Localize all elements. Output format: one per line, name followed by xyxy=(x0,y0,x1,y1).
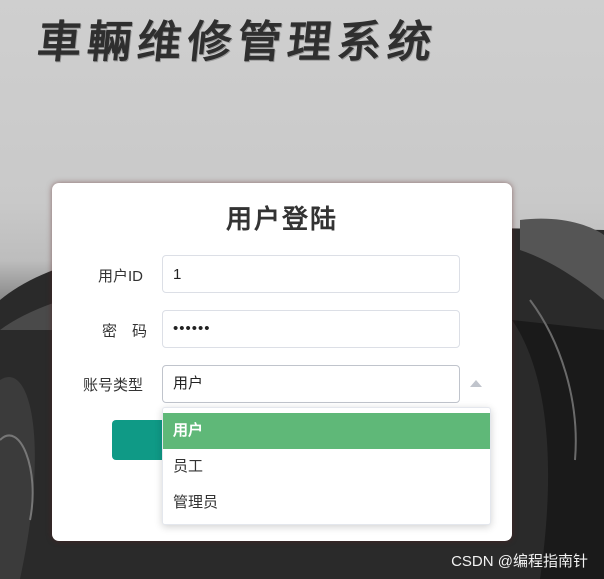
password-label: 密 码 xyxy=(102,323,148,340)
watermark: CSDN @编程指南针 xyxy=(451,553,588,570)
user-id-input[interactable] xyxy=(162,255,460,293)
login-title: 用户登陆 xyxy=(225,205,338,235)
account-type-dropdown: 用户 员工 管理员 xyxy=(162,407,491,525)
dropdown-option-staff[interactable]: 员工 xyxy=(163,449,490,485)
user-id-label: 用户ID xyxy=(98,268,144,285)
chevron-up-icon[interactable] xyxy=(470,380,482,387)
password-input[interactable]: •••••• xyxy=(162,310,460,348)
app-title: 車輛维修管理系统 xyxy=(34,17,441,68)
account-type-select[interactable]: 用户 xyxy=(162,365,460,403)
account-type-label: 账号类型 xyxy=(83,377,144,394)
dropdown-option-admin[interactable]: 管理员 xyxy=(163,485,490,521)
dropdown-option-user[interactable]: 用户 xyxy=(163,413,490,449)
